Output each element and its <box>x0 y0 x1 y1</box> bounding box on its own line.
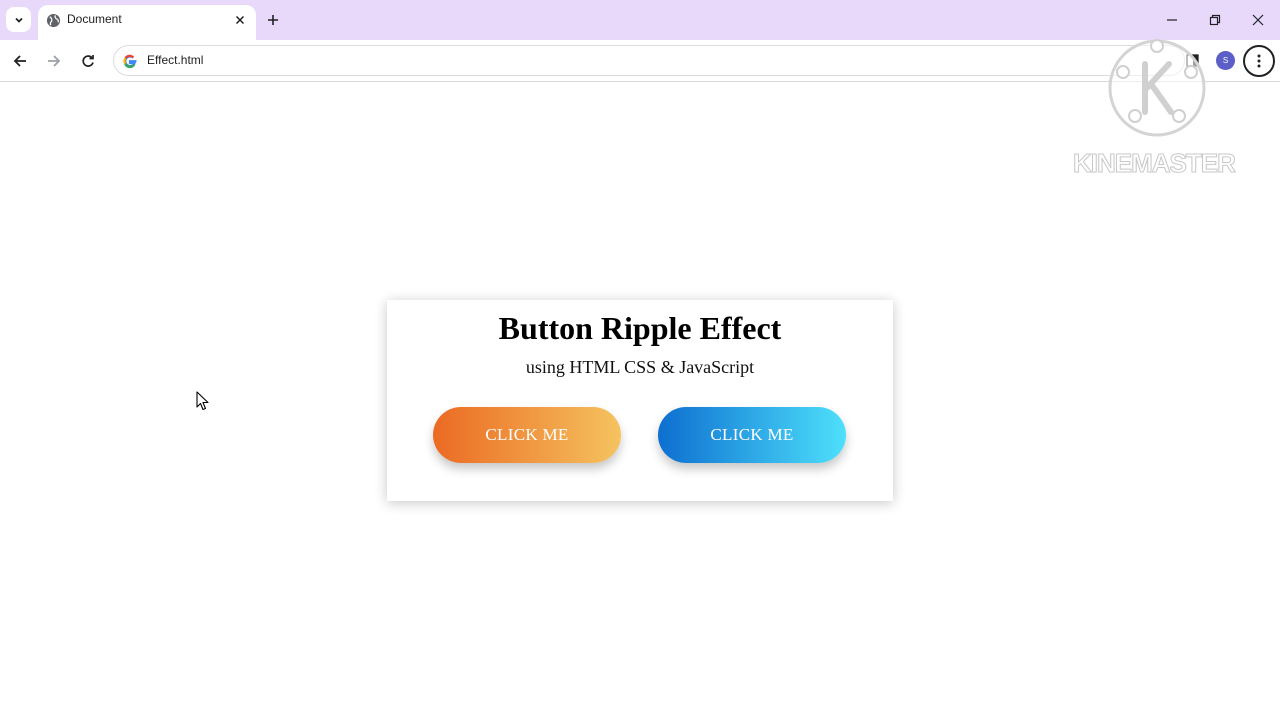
page-subtitle: using HTML CSS & JavaScript <box>525 357 755 377</box>
address-bar[interactable]: Effect.html <box>113 45 1185 76</box>
kinemaster-logo <box>1108 39 1206 137</box>
kinemaster-watermark: KINEMASTER <box>1073 148 1237 179</box>
click-me-blue-button[interactable]: CLICK ME <box>658 407 846 463</box>
browser-toolbar: Effect.html S <box>0 40 1280 82</box>
more-vert-icon <box>1257 54 1261 68</box>
click-me-orange-button[interactable]: CLICK ME <box>433 407 621 463</box>
forward-button[interactable] <box>41 48 67 74</box>
minimize-icon <box>1167 19 1177 21</box>
profile-avatar[interactable]: S <box>1216 51 1235 70</box>
minimize-button[interactable] <box>1160 8 1184 32</box>
tab-search-button[interactable] <box>6 7 31 32</box>
plus-icon <box>268 15 278 25</box>
google-icon <box>123 54 137 69</box>
close-icon <box>235 15 245 25</box>
mouse-cursor-icon <box>196 391 209 411</box>
close-window-button[interactable] <box>1246 8 1270 32</box>
reload-button[interactable] <box>75 48 101 74</box>
browser-menu-button[interactable] <box>1243 45 1275 77</box>
url-text: Effect.html <box>147 53 204 67</box>
page-title: Button Ripple Effect <box>498 310 782 346</box>
globe-icon <box>46 13 61 28</box>
tab-close-button[interactable] <box>232 12 248 28</box>
tab-title: Document <box>67 12 122 26</box>
back-arrow-icon <box>13 55 26 67</box>
demo-card: Button Ripple Effect using HTML CSS & Ja… <box>387 300 893 501</box>
chevron-down-icon <box>14 17 23 23</box>
reload-icon <box>82 55 94 67</box>
close-icon <box>1252 14 1264 26</box>
browser-tab[interactable]: Document <box>38 5 256 40</box>
back-button[interactable] <box>7 48 33 74</box>
restore-button[interactable] <box>1203 8 1227 32</box>
restore-icon <box>1209 14 1221 26</box>
new-tab-button[interactable] <box>262 9 284 31</box>
forward-arrow-icon <box>48 55 61 67</box>
tab-strip: Document <box>0 0 1280 40</box>
